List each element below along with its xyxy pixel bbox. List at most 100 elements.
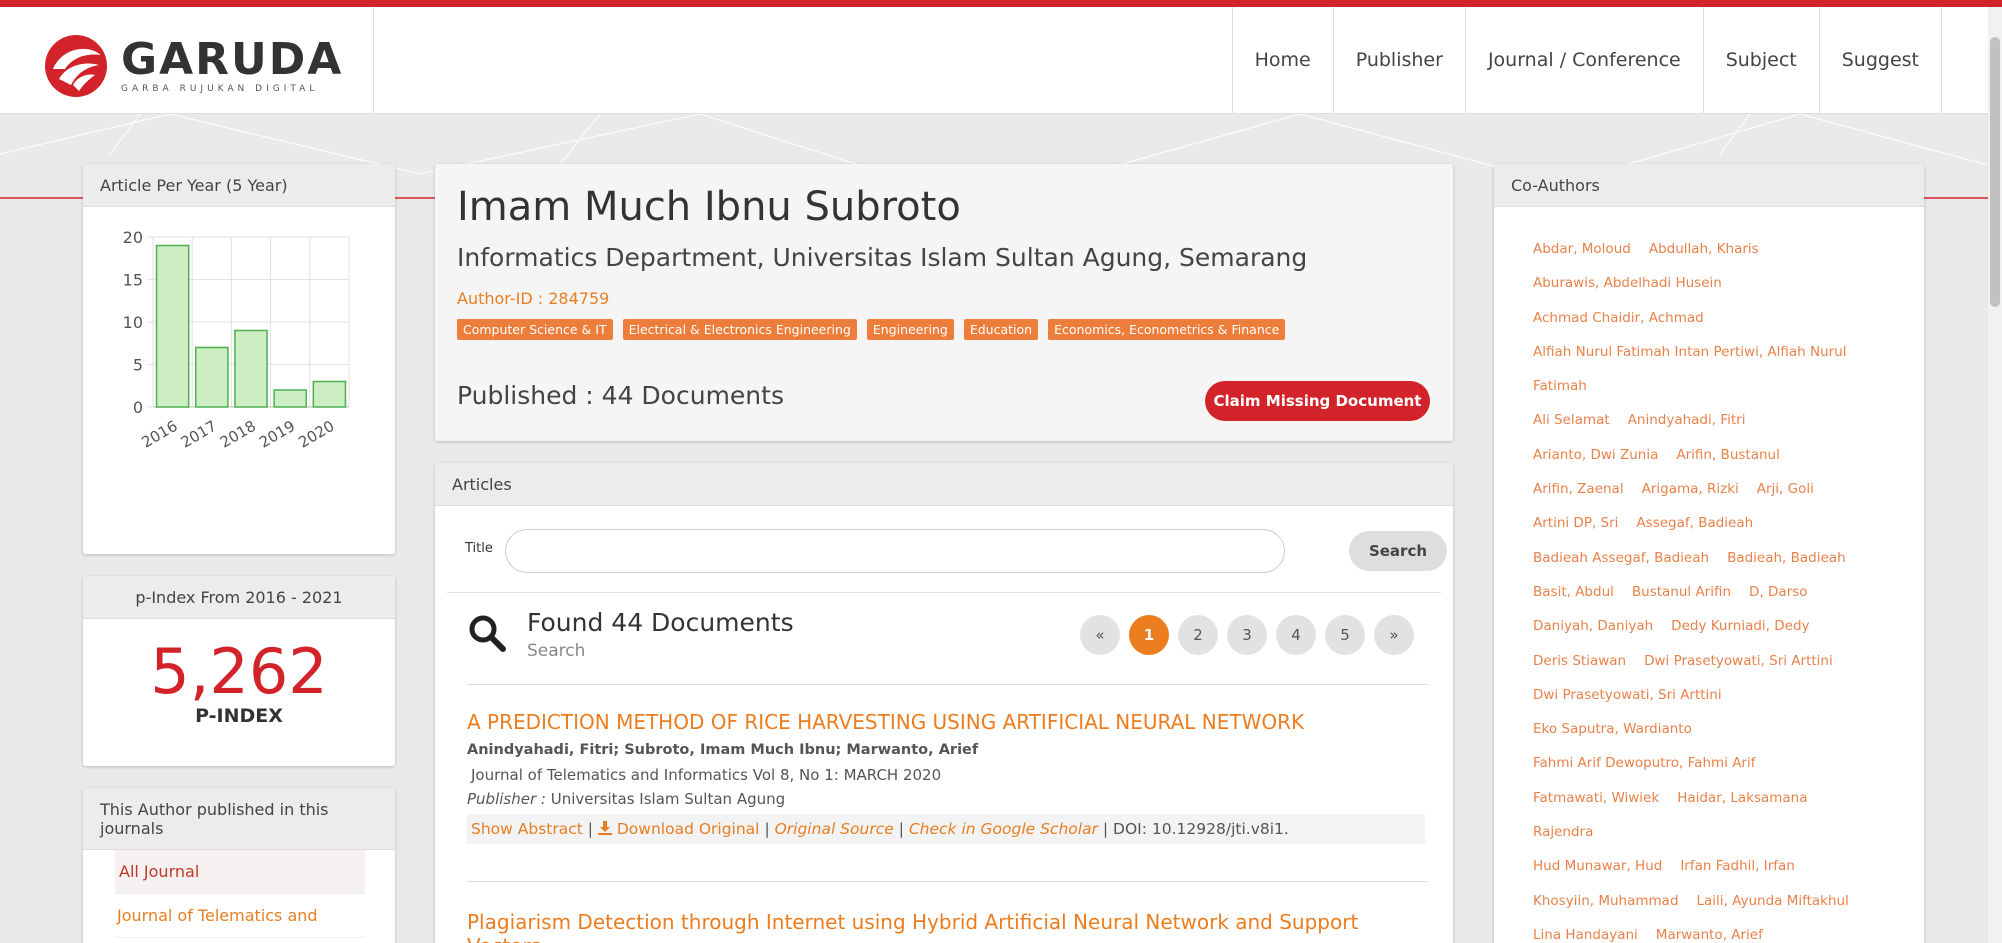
coauthor-line: Badieah Assegaf, Badieah Badieah, Badieah (1533, 541, 1886, 575)
show-abstract-link[interactable]: Show Abstract (471, 820, 583, 838)
coauthor-link[interactable]: Eko Saputra, Wardianto (1533, 721, 1692, 737)
coauthor-link[interactable]: Khosyiin, Muhammad (1533, 893, 1679, 909)
page-4-button[interactable]: 4 (1276, 615, 1316, 655)
claim-missing-document-button[interactable]: Claim Missing Document (1205, 381, 1430, 421)
article-search-row: Title Search (465, 529, 1447, 573)
page-5-button[interactable]: 5 (1325, 615, 1365, 655)
coauthor-link[interactable]: Irfan Fadhil, Irfan (1680, 858, 1795, 874)
page-3-button[interactable]: 3 (1227, 615, 1267, 655)
x-tick-label: 2016 (139, 417, 181, 452)
coauthor-link[interactable]: Fatimah (1533, 378, 1587, 394)
download-original-link[interactable]: Download Original (617, 820, 760, 838)
publisher-label: Publisher : (467, 790, 546, 808)
coauthor-link[interactable]: Abdar, Moloud (1533, 241, 1631, 257)
publisher-name: Universitas Islam Sultan Agung (550, 790, 786, 808)
coauthor-line: Dwi Prasetyowati, Sri Arttini (1533, 678, 1886, 712)
nav-suggest[interactable]: Suggest (1818, 7, 1942, 114)
coauthor-link[interactable]: Arji, Goli (1757, 481, 1814, 497)
coauthor-link[interactable]: Dwi Prasetyowati, Sri Arttini (1644, 653, 1833, 669)
pagination: « 1 2 3 4 5 » (1080, 615, 1423, 655)
coauthor-link[interactable]: D, Darso (1749, 584, 1808, 600)
subject-tag[interactable]: Engineering (866, 319, 954, 340)
subject-tag[interactable]: Computer Science & IT (457, 319, 613, 340)
nav-journal-conference[interactable]: Journal / Conference (1464, 7, 1703, 114)
title-search-input[interactable] (505, 529, 1285, 573)
coauthor-link[interactable]: Dedy Kurniadi, Dedy (1671, 618, 1809, 634)
coauthor-link[interactable]: Badieah, Badieah (1727, 550, 1846, 566)
search-icon (469, 615, 506, 652)
coauthor-link[interactable]: Arigama, Rizki (1642, 481, 1739, 497)
coauthor-link[interactable]: Assegaf, Badieah (1636, 515, 1753, 531)
subject-tag[interactable]: Education (963, 319, 1039, 340)
scrollbar-thumb[interactable] (1990, 37, 2000, 307)
coauthor-link[interactable]: Bustanul Arifin (1632, 584, 1731, 600)
bar-2018[interactable] (234, 329, 268, 408)
coauthor-link[interactable]: Fatmawati, Wiwiek (1533, 790, 1659, 806)
y-tick-label: 10 (123, 313, 143, 332)
coauthor-link[interactable]: Abdullah, Kharis (1649, 241, 1759, 257)
coauthor-link[interactable]: Fahmi Arif Dewoputro, Fahmi Arif (1533, 755, 1755, 771)
coauthor-link[interactable]: Arifin, Bustanul (1676, 447, 1779, 463)
journal-telematics[interactable]: Journal of Telematics and (115, 894, 365, 938)
nav-publisher[interactable]: Publisher (1332, 7, 1465, 114)
journals-title: This Author published in this journals (83, 788, 395, 850)
bar-2020[interactable] (312, 380, 347, 408)
coauthor-link[interactable]: Badieah Assegaf, Badieah (1533, 550, 1709, 566)
header-divider (373, 7, 374, 114)
author-affiliation: Informatics Department, Universitas Isla… (457, 243, 1308, 272)
subject-tag[interactable]: Economics, Econometrics & Finance (1048, 319, 1286, 340)
article-title[interactable]: Plagiarism Detection through Internet us… (467, 910, 1427, 943)
coauthor-link[interactable]: Ali Selamat (1533, 412, 1610, 428)
y-tick-label: 0 (133, 398, 143, 417)
page-scrollbar[interactable] (1988, 7, 2002, 943)
coauthor-line: Arianto, Dwi Zunia Arifin, Bustanul (1533, 438, 1886, 472)
search-button[interactable]: Search (1349, 531, 1447, 571)
subject-tag[interactable]: Electrical & Electronics Engineering (622, 319, 857, 340)
article-per-year-chart: 0 5 10 15 20 20162017201820192020 (123, 228, 350, 452)
bar-2019[interactable] (273, 389, 308, 408)
page-1-button[interactable]: 1 (1129, 615, 1169, 655)
journal-all[interactable]: All Journal (115, 850, 365, 894)
coauthor-link[interactable]: Aburawis, Abdelhadi Husein (1533, 275, 1722, 291)
found-documents-subtitle: Search (527, 641, 586, 661)
nav-subject[interactable]: Subject (1702, 7, 1819, 114)
coauthor-line: Eko Saputra, Wardianto (1533, 712, 1886, 746)
coauthor-link[interactable]: Achmad Chaidir, Achmad (1533, 310, 1704, 326)
coauthor-link[interactable]: Daniyah, Daniyah (1533, 618, 1653, 634)
nav-home[interactable]: Home (1231, 7, 1333, 114)
article-item: A PREDICTION METHOD OF RICE HARVESTING U… (467, 710, 1427, 844)
y-tick-label: 5 (133, 356, 143, 375)
coauthor-link[interactable]: Basit, Abdul (1533, 584, 1614, 600)
coauthor-link[interactable]: Arianto, Dwi Zunia (1533, 447, 1658, 463)
coauthor-link[interactable]: Arifin, Zaenal (1533, 481, 1624, 497)
coauthor-link[interactable]: Deris Stiawan (1533, 653, 1626, 669)
original-source-link[interactable]: Original Source (775, 820, 894, 838)
coauthor-link[interactable]: Lina Handayani (1533, 927, 1638, 943)
main-nav: Home Publisher Journal / Conference Subj… (1231, 7, 1942, 114)
coauthor-line: Arifin, Zaenal Arigama, Rizki Arji, Goli (1533, 472, 1886, 506)
page-2-button[interactable]: 2 (1178, 615, 1218, 655)
y-tick-label: 20 (123, 228, 143, 247)
coauthor-line: Lina Handayani Marwanto, Arief (1533, 918, 1886, 943)
bar-2017[interactable] (194, 346, 229, 408)
article-per-year-panel: Article Per Year (5 Year) 0 5 10 15 20 2016 20… (83, 164, 395, 554)
page-prev-button[interactable]: « (1080, 615, 1120, 655)
google-scholar-link[interactable]: Check in Google Scholar (909, 820, 1098, 838)
pindex-title: p-Index From 2016 - 2021 (83, 576, 395, 619)
coauthor-line: Fatimah (1533, 369, 1886, 403)
article-title[interactable]: A PREDICTION METHOD OF RICE HARVESTING U… (467, 710, 1427, 734)
coauthor-link[interactable]: Anindyahadi, Fitri (1628, 412, 1746, 428)
page-next-button[interactable]: » (1374, 615, 1414, 655)
bar-2016[interactable] (155, 244, 190, 408)
coauthor-link[interactable]: Artini DP, Sri (1533, 515, 1618, 531)
coauthor-line: Khosyiin, Muhammad Laili, Ayunda Miftakhu… (1533, 884, 1886, 918)
x-tick-label: 2017 (178, 417, 220, 452)
coauthor-link[interactable]: Laili, Ayunda Miftakhul (1697, 893, 1849, 909)
coauthor-link[interactable]: Hud Munawar, Hud (1533, 858, 1662, 874)
garuda-logo[interactable]: GARUDA GARBA RUJUKAN DIGITAL (43, 31, 373, 101)
journals-panel: This Author published in this journals A… (83, 788, 395, 943)
article-links: Show Abstract | Download Original | Orig… (467, 814, 1425, 844)
coauthor-link[interactable]: Alfiah Nurul Fatimah Intan Pertiwi, Alfi… (1533, 344, 1847, 360)
coauthor-link[interactable]: Marwanto, Arief (1656, 927, 1763, 943)
coauthor-link[interactable]: Dwi Prasetyowati, Sri Arttini (1533, 687, 1722, 703)
